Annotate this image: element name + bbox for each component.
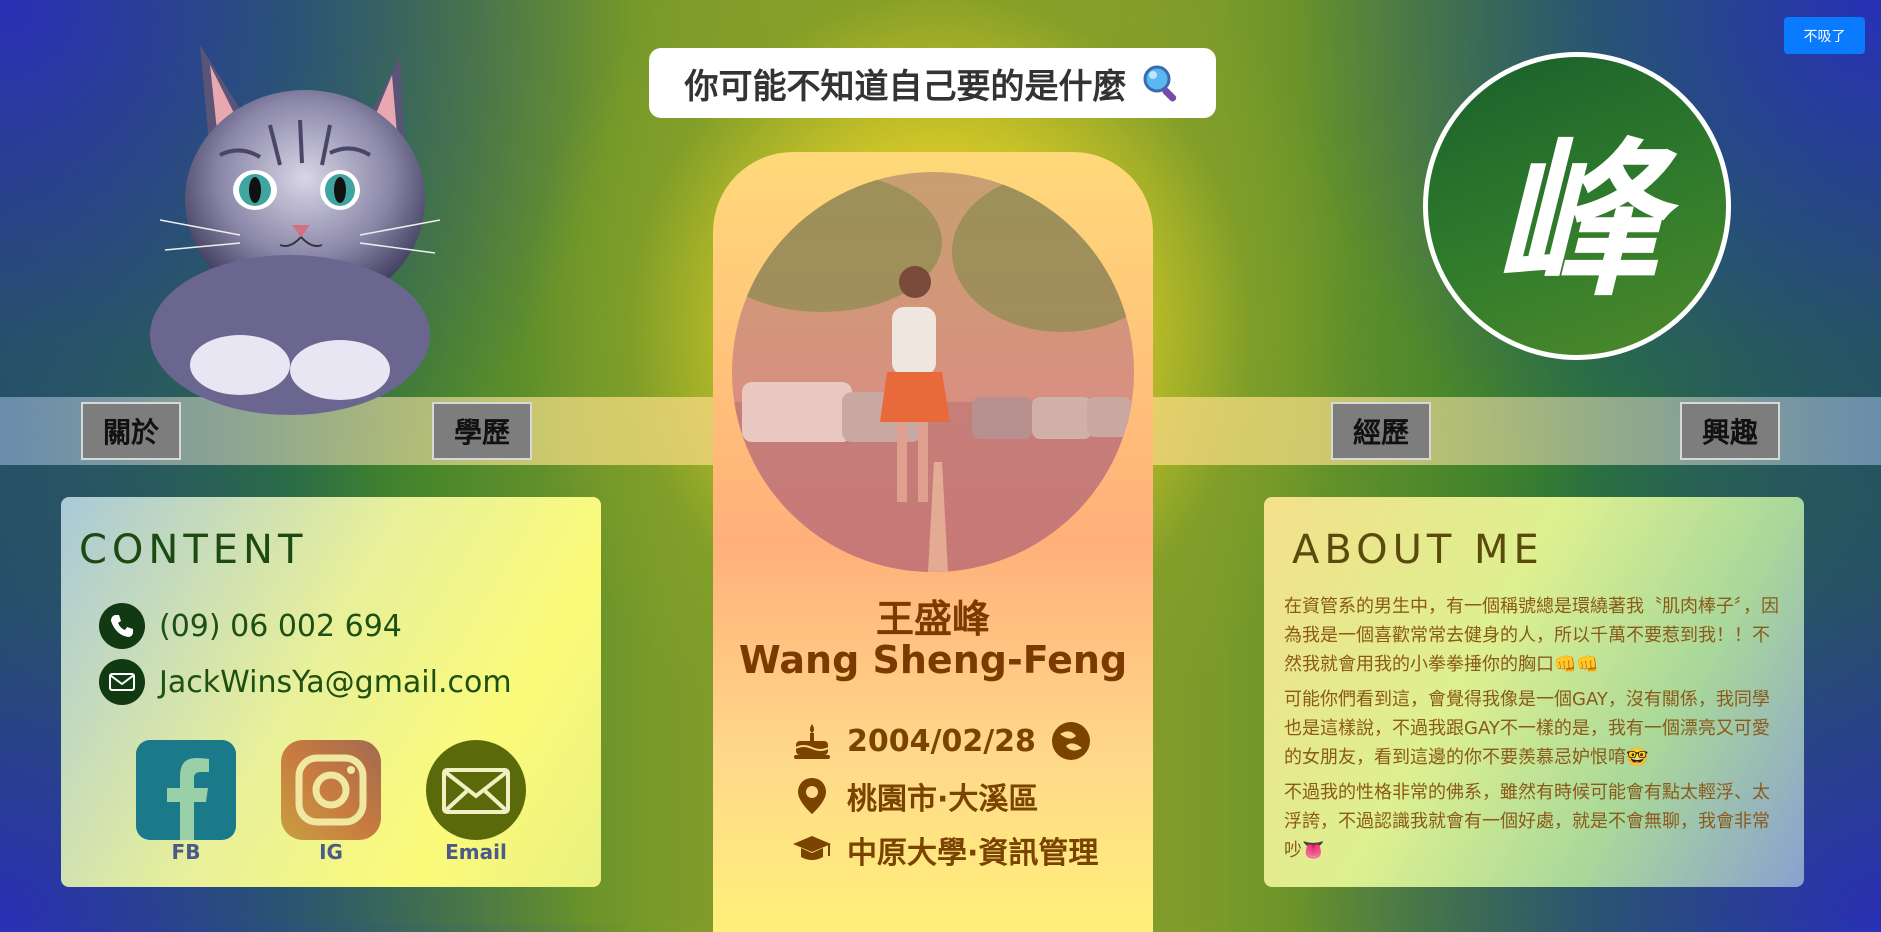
graduation-cap-icon xyxy=(793,836,831,860)
nav-education-button[interactable]: 學歷 xyxy=(432,402,532,460)
profile-photo xyxy=(732,172,1134,572)
logo-circle: 峰 xyxy=(1423,52,1731,360)
about-title: ABOUT ME xyxy=(1292,527,1544,573)
name-english: Wang Sheng-Feng xyxy=(738,638,1128,682)
instagram-label: IG xyxy=(319,840,343,864)
nav-experience-button[interactable]: 經歷 xyxy=(1331,402,1431,460)
facebook-label: FB xyxy=(171,840,201,864)
dismiss-button[interactable]: 不吸了 xyxy=(1784,17,1865,54)
instagram-link[interactable]: IG xyxy=(281,740,381,864)
instagram-icon xyxy=(281,740,381,840)
profile-card: 王盛峰 Wang Sheng-Feng 2004/02/28 桃園市·大溪區 中… xyxy=(713,152,1153,932)
facebook-link[interactable]: FB xyxy=(136,740,236,864)
phone-icon xyxy=(99,603,145,649)
magnifier-icon xyxy=(1143,65,1176,102)
school-row: 中原大學·資訊管理 xyxy=(791,828,1098,872)
phone-text: (09) 06 002 694 xyxy=(159,608,402,644)
facebook-icon xyxy=(136,740,236,840)
name-chinese: 王盛峰 xyxy=(875,597,990,641)
slogan-text: 你可能不知道自己要的是什麼 xyxy=(684,66,1127,107)
email-text: JackWinsYa@gmail.com xyxy=(159,664,512,700)
about-paragraph: 可能你們看到這，會覺得我像是一個GAY，沒有關係，我同學也是這樣說，不過我跟GA… xyxy=(1284,689,1770,768)
about-paragraph: 不過我的性格非常的佛系，雖然有時候可能會有點太輕浮、太浮誇，不過認識我就會有一個… xyxy=(1284,782,1770,861)
contact-title: CONTENT xyxy=(79,527,308,573)
birthday-text: 2004/02/28 xyxy=(847,723,1036,759)
about-paragraph: 在資管系的男生中，有一個稱號總是環繞著我〝肌肉棒子〞，因為我是一個喜歡常常去健身… xyxy=(1284,596,1779,675)
birthday-row: 2004/02/28 xyxy=(791,720,1092,762)
about-panel: ABOUT ME 在資管系的男生中，有一個稱號總是環繞著我〝肌肉棒子〞，因為我是… xyxy=(1264,497,1804,887)
school-text: 中原大學·資訊管理 xyxy=(847,836,1099,871)
location-row: 桃園市·大溪區 xyxy=(791,774,1038,818)
phone-row[interactable]: (09) 06 002 694 xyxy=(99,603,402,649)
nav-interests-button[interactable]: 興趣 xyxy=(1680,402,1780,460)
email-label: Email xyxy=(445,840,507,864)
email-link[interactable]: Email xyxy=(426,740,526,864)
cat-illustration xyxy=(150,45,441,415)
logo-character: 峰 xyxy=(1493,122,1661,319)
birthday-cake-icon xyxy=(794,724,830,759)
mail-icon xyxy=(426,740,526,840)
envelope-icon xyxy=(99,659,145,705)
contact-panel: CONTENT (09) 06 002 694 JackWinsYa@gmail… xyxy=(61,497,601,887)
email-row[interactable]: JackWinsYa@gmail.com xyxy=(99,659,512,705)
about-body: 在資管系的男生中，有一個稱號總是環繞著我〝肌肉棒子〞，因為我是一個喜歡常常去健身… xyxy=(1284,592,1784,871)
location-pin-icon xyxy=(798,778,826,814)
slogan-banner: 你可能不知道自己要的是什麼 xyxy=(649,48,1216,118)
pisces-icon xyxy=(1051,722,1090,760)
location-text: 桃園市·大溪區 xyxy=(847,782,1039,817)
nav-about-button[interactable]: 關於 xyxy=(81,402,181,460)
